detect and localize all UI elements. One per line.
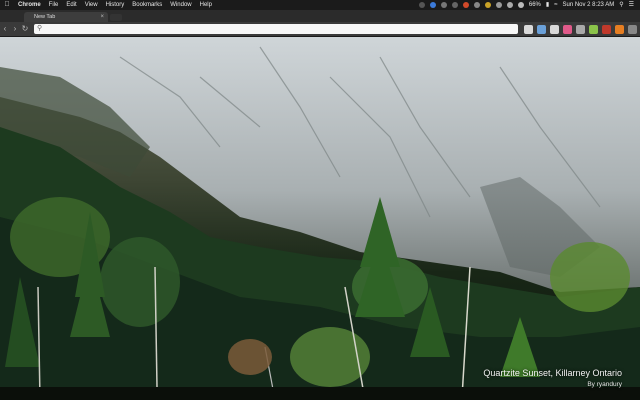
- spotlight-icon[interactable]: ⚲: [619, 0, 623, 10]
- extension-icon[interactable]: [550, 24, 559, 34]
- clock[interactable]: Sun Nov 2 8:23 AM: [563, 0, 615, 10]
- close-icon[interactable]: ×: [100, 12, 104, 22]
- status-icon[interactable]: [451, 2, 458, 8]
- battery-percent[interactable]: 66%: [529, 0, 541, 10]
- extension-icon[interactable]: [524, 24, 533, 34]
- status-icon[interactable]: [418, 2, 425, 8]
- extension-icon[interactable]: [537, 24, 546, 34]
- omnibox-input[interactable]: [46, 24, 512, 34]
- extension-icons: [524, 24, 637, 34]
- menu-view[interactable]: View: [81, 0, 102, 10]
- wallpaper-title[interactable]: Quartzite Sunset, Killarney Ontario: [483, 368, 622, 378]
- tab-strip: New Tab ×: [0, 10, 640, 22]
- status-icon[interactable]: [462, 2, 469, 8]
- menu-history[interactable]: History: [102, 0, 129, 10]
- new-tab-wallpaper: Quartzite Sunset, Killarney Ontario By r…: [0, 37, 640, 400]
- status-icon[interactable]: [473, 2, 480, 8]
- status-icon[interactable]: [495, 2, 502, 8]
- back-icon[interactable]: ‹: [0, 24, 10, 34]
- extension-icon[interactable]: [615, 24, 624, 34]
- menu-bar:  Chrome File Edit View History Bookmark…: [0, 0, 640, 10]
- status-tray: 66% ▮ ≈ Sun Nov 2 8:23 AM ⚲ ☰: [418, 0, 640, 10]
- menu-icon[interactable]: [628, 24, 637, 34]
- search-icon: ⚲: [37, 25, 43, 32]
- menu-app-chrome[interactable]: Chrome: [14, 0, 45, 10]
- menu-edit[interactable]: Edit: [62, 0, 80, 10]
- reload-icon[interactable]: ↻: [20, 24, 30, 34]
- extension-icon[interactable]: [563, 24, 572, 34]
- tab-label: New Tab: [34, 14, 56, 20]
- wallpaper-credit[interactable]: By ryandury: [587, 381, 622, 388]
- extension-icon[interactable]: [602, 24, 611, 34]
- forward-icon[interactable]: ›: [10, 24, 20, 34]
- tab-new-tab[interactable]: New Tab ×: [24, 12, 108, 22]
- apple-icon[interactable]: : [0, 0, 14, 10]
- status-icon[interactable]: [517, 2, 524, 8]
- menu-bookmarks[interactable]: Bookmarks: [128, 0, 166, 10]
- status-icon[interactable]: [429, 2, 436, 8]
- status-icon[interactable]: [484, 2, 491, 8]
- battery-icon[interactable]: ▮: [546, 0, 549, 10]
- address-bar[interactable]: ⚲: [34, 24, 518, 34]
- menu-file[interactable]: File: [45, 0, 63, 10]
- status-icon[interactable]: [506, 2, 513, 8]
- menu-window[interactable]: Window: [166, 0, 195, 10]
- wifi-icon[interactable]: ≈: [554, 0, 557, 10]
- landscape-illustration: [0, 37, 640, 400]
- new-tab-button[interactable]: [110, 14, 122, 21]
- menu-help[interactable]: Help: [196, 0, 216, 10]
- extension-icon[interactable]: [589, 24, 598, 34]
- extension-icon[interactable]: [576, 24, 585, 34]
- notification-center-icon[interactable]: ☰: [629, 0, 634, 10]
- status-icon[interactable]: [440, 2, 447, 8]
